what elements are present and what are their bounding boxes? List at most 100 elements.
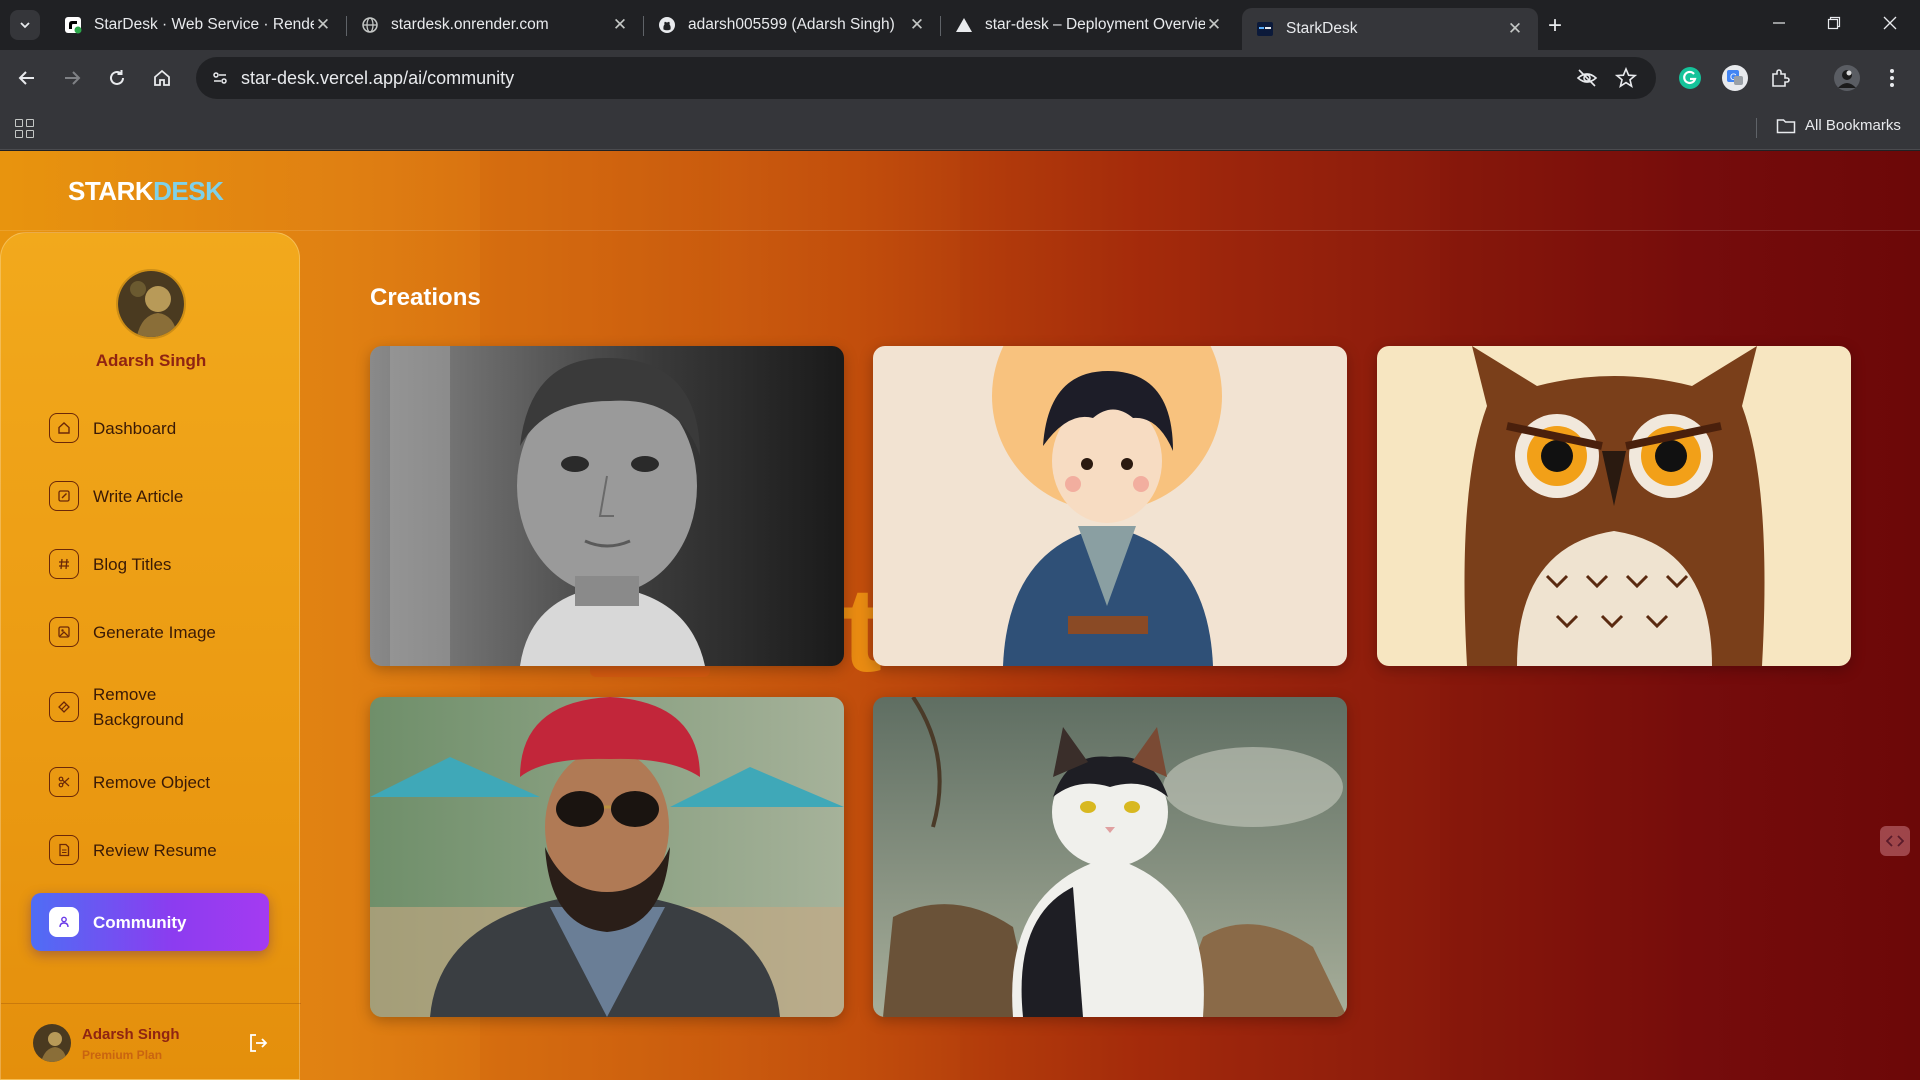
creation-image — [873, 346, 1347, 666]
creation-card-5[interactable] — [873, 697, 1347, 1017]
bookmarks-divider — [1756, 118, 1757, 138]
tab-github[interactable]: adarsh005599 (Adarsh Singh) ✕ — [644, 8, 940, 42]
tab-render[interactable]: StarDesk · Web Service · Render ✕ — [50, 8, 346, 42]
sidebar: Adarsh Singh Dashboard Write Article Blo… — [0, 232, 301, 1080]
chevron-down-icon — [20, 22, 30, 29]
creation-image — [370, 697, 844, 1017]
footer-user-name: Adarsh Singh — [82, 1026, 180, 1043]
home-icon — [154, 69, 170, 86]
sidebar-item-label: Remove Background — [93, 685, 184, 729]
sidebar-item-label: Write Article — [93, 486, 184, 506]
edit-icon — [49, 481, 79, 511]
page-title: Creations — [370, 284, 481, 311]
sidebar-item-label: Generate Image — [93, 622, 216, 642]
creation-card-4[interactable] — [370, 697, 844, 1017]
browser-toolbar: star-desk.vercel.app/ai/community G — [0, 50, 1920, 106]
sidebar-item-label: Blog Titles — [93, 554, 172, 574]
scissors-icon — [49, 767, 79, 797]
vercel-icon — [955, 16, 973, 34]
browser-tabstrip: StarDesk · Web Service · Render ✕ starde… — [0, 0, 1920, 50]
puzzle-icon[interactable] — [1764, 62, 1796, 94]
logout-button[interactable] — [245, 1030, 271, 1056]
close-icon[interactable]: ✕ — [1506, 19, 1524, 38]
sidebar-item-label: Remove Object — [93, 772, 211, 792]
tab-vercel[interactable]: star-desk – Deployment Overview ✕ — [941, 8, 1237, 42]
tab-starkdesk[interactable]: StarkDesk ✕ — [1242, 8, 1538, 50]
arrow-right-icon — [65, 71, 81, 85]
minimize-icon — [1773, 22, 1785, 24]
tab-search-button[interactable] — [10, 10, 40, 40]
tab-label: star-desk – Deployment Overview — [985, 16, 1205, 33]
close-icon[interactable]: ✕ — [1205, 15, 1223, 34]
tab-label: StarkDesk — [1286, 20, 1358, 37]
user-name: Adarsh Singh — [95, 351, 207, 370]
reload-icon — [110, 70, 124, 85]
sidebar-item-dashboard[interactable]: Dashboard — [31, 403, 269, 453]
logo-part-2: DESK — [153, 176, 224, 206]
sidebar-item-community[interactable]: Community — [31, 893, 269, 951]
tab-label: StarDesk · Web Service · Render — [94, 16, 314, 33]
home-button[interactable] — [144, 60, 180, 96]
all-bookmarks-label: All Bookmarks — [1805, 117, 1901, 134]
starkdesk-icon — [1256, 20, 1274, 38]
grammarly-icon[interactable] — [1674, 62, 1706, 94]
sidebar-item-generate-image[interactable]: Generate Image — [31, 607, 269, 657]
background-decoration — [590, 665, 710, 677]
back-button[interactable] — [9, 60, 45, 96]
sidebar-item-remove-object[interactable]: Remove Object — [31, 757, 269, 807]
sidebar-item-label: Community — [93, 912, 187, 932]
all-bookmarks-button[interactable]: All Bookmarks — [1776, 117, 1901, 134]
restore-button[interactable] — [1806, 0, 1862, 46]
close-icon[interactable]: ✕ — [908, 15, 926, 34]
eye-off-icon[interactable] — [1575, 66, 1599, 90]
logo-part-1: STARK — [68, 176, 154, 206]
render-icon — [64, 16, 82, 34]
new-tab-button[interactable]: + — [1541, 12, 1569, 40]
sidebar-item-label: Dashboard — [93, 418, 177, 438]
bookmarks-bar: All Bookmarks — [0, 106, 1920, 150]
creation-card-2[interactable] — [873, 346, 1347, 666]
apps-grid-icon[interactable] — [12, 116, 36, 140]
logout-icon — [250, 1034, 268, 1052]
address-bar[interactable]: star-desk.vercel.app/ai/community — [196, 57, 1656, 99]
home-icon — [49, 413, 79, 443]
close-icon[interactable]: ✕ — [314, 15, 332, 34]
reload-button[interactable] — [99, 60, 135, 96]
site-info-icon[interactable] — [206, 64, 234, 92]
more-vert-icon[interactable] — [1876, 62, 1908, 94]
creation-image — [370, 346, 844, 666]
tab-label: adarsh005599 (Adarsh Singh) — [688, 16, 895, 33]
app-header: STARKDESK — [0, 151, 1920, 231]
sidebar-item-review-resume[interactable]: Review Resume — [31, 825, 269, 875]
close-icon[interactable]: ✕ — [611, 15, 629, 34]
tab-onrender[interactable]: stardesk.onrender.com ✕ — [347, 8, 643, 42]
avatar — [116, 269, 186, 339]
url-text: star-desk.vercel.app/ai/community — [241, 68, 515, 88]
creation-image — [1377, 346, 1851, 666]
globe-icon — [361, 16, 379, 34]
avatar[interactable] — [33, 1024, 71, 1062]
minimize-button[interactable] — [1751, 0, 1807, 46]
sidebar-item-remove-background[interactable]: Remove Background — [31, 675, 269, 739]
star-icon[interactable] — [1614, 66, 1638, 90]
profile-avatar[interactable] — [1831, 62, 1863, 94]
creation-image — [873, 697, 1347, 1017]
sidebar-item-blog-titles[interactable]: Blog Titles — [31, 539, 269, 589]
code-widget-icon[interactable] — [1880, 826, 1910, 856]
creation-card-1[interactable] — [370, 346, 844, 666]
arrow-left-icon — [18, 71, 34, 85]
creation-card-3[interactable] — [1377, 346, 1851, 666]
forward-button[interactable] — [54, 60, 90, 96]
folder-icon — [1776, 118, 1796, 133]
file-text-icon — [49, 835, 79, 865]
image-icon — [49, 617, 79, 647]
sidebar-footer: Adarsh Singh Premium Plan — [1, 1003, 301, 1080]
app-logo[interactable]: STARKDESK — [68, 176, 224, 207]
hash-icon — [49, 549, 79, 579]
app-root: STARKDESK Adarsh Singh Dashboard Write A… — [0, 151, 1920, 1080]
sidebar-item-write-article[interactable]: Write Article — [31, 471, 269, 521]
plan-label: Premium Plan — [82, 1048, 163, 1062]
google-translate-icon[interactable]: G — [1719, 62, 1751, 94]
close-window-button[interactable] — [1862, 0, 1918, 46]
sidebar-item-label: Review Resume — [93, 840, 217, 860]
